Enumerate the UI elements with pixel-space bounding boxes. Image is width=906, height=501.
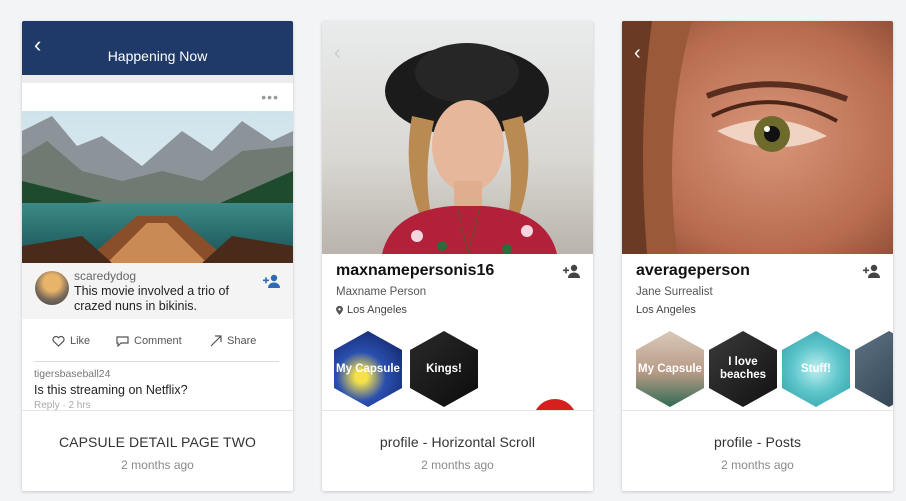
screen-thumbnail: ‹ Happening Now ••• scaredydog This movi… xyxy=(22,21,293,410)
avatar[interactable] xyxy=(35,271,69,305)
card-timestamp: 2 months ago xyxy=(121,458,194,472)
capsule-hex[interactable]: Stuff! xyxy=(782,331,850,407)
post-username[interactable]: scaredydog xyxy=(74,269,136,283)
card-timestamp: 2 months ago xyxy=(421,458,494,472)
profile-location: Los Angeles xyxy=(636,304,696,316)
app-header: ‹ Happening Now xyxy=(22,21,293,75)
profile-username: maxnamepersonis16 xyxy=(336,262,495,279)
like-label: Like xyxy=(70,335,91,347)
share-label: Share xyxy=(227,335,257,347)
card-title[interactable]: CAPSULE DETAIL PAGE TWO xyxy=(22,434,293,450)
capsule-label: I love beaches xyxy=(719,356,767,381)
add-person-icon[interactable] xyxy=(263,274,281,291)
profile-real-name: Maxname Person xyxy=(336,286,427,298)
back-chevron-icon[interactable]: ‹ xyxy=(334,43,341,63)
capsule-label: My Capsule xyxy=(336,362,400,375)
capsule-hex[interactable]: I love beaches xyxy=(709,331,777,407)
back-chevron-icon[interactable]: ‹ xyxy=(634,43,641,63)
capsule-label: Kings! xyxy=(426,362,462,375)
card-title[interactable]: profile - Horizontal Scroll xyxy=(322,434,593,450)
capsule-hex[interactable]: My Capsule xyxy=(636,331,704,407)
comment-button[interactable]: Comment xyxy=(116,335,182,347)
more-dots-icon: ••• xyxy=(261,89,279,105)
heart-icon xyxy=(52,335,65,347)
header-title: Happening Now xyxy=(107,48,208,64)
location-label: Los Angeles xyxy=(347,304,407,316)
card-meta: profile - Posts 2 months ago xyxy=(622,410,893,491)
capsule-hex[interactable] xyxy=(855,331,893,407)
location-pin-icon xyxy=(336,305,343,315)
comment-label: Comment xyxy=(134,335,182,347)
comment-username[interactable]: tigersbaseball24 xyxy=(34,368,110,380)
capsule-label: Stuff! xyxy=(800,362,831,375)
post-author-row: scaredydog This movie involved a trio of… xyxy=(22,263,293,319)
profile-username: averageperson xyxy=(636,262,750,279)
card-meta: profile - Horizontal Scroll 2 months ago xyxy=(322,410,593,491)
comment-icon xyxy=(116,336,129,347)
capsule-hex[interactable]: My Capsule xyxy=(334,331,402,407)
like-button[interactable]: Like xyxy=(52,335,90,347)
profile-photo: ‹ xyxy=(622,21,893,254)
profile-photo-art xyxy=(622,21,893,254)
post-image xyxy=(22,111,293,263)
prototype-card-capsule-detail[interactable]: ‹ Happening Now ••• scaredydog This movi… xyxy=(22,21,293,491)
profile-photo-art xyxy=(322,21,593,254)
add-person-icon[interactable] xyxy=(563,264,581,281)
profile-location: Los Angeles xyxy=(336,304,407,316)
share-icon xyxy=(210,335,222,347)
card-title[interactable]: profile - Posts xyxy=(622,434,893,450)
capsule-grid: My Capsule I love beaches Stuff! xyxy=(636,331,893,407)
profile-real-name: Jane Surrealist xyxy=(636,286,713,298)
location-label: Los Angeles xyxy=(636,304,696,316)
share-button[interactable]: Share xyxy=(210,335,256,347)
capsule-label: My Capsule xyxy=(638,362,702,375)
card-timestamp: 2 months ago xyxy=(721,458,794,472)
add-person-icon[interactable] xyxy=(863,264,881,281)
capsule-carousel: My Capsule Kings! xyxy=(334,331,593,407)
comment-text: Is this streaming on Netflix? xyxy=(34,383,188,397)
card-meta: CAPSULE DETAIL PAGE TWO 2 months ago xyxy=(22,410,293,491)
comment-meta: Reply · 2 hrs xyxy=(34,400,91,410)
prototype-card-profile-posts[interactable]: ‹ averageperson Jane Surrealist Los Ange… xyxy=(622,21,893,491)
profile-photo: ‹ xyxy=(322,21,593,254)
capsule-hex[interactable]: Kings! xyxy=(410,331,478,407)
screen-thumbnail: ‹ maxnamepersonis16 Maxname Person Los A… xyxy=(322,21,593,410)
post-text: This movie involved a trio of crazed nun… xyxy=(74,284,229,313)
post-card: ••• scaredydog This movie involved a tri… xyxy=(22,83,293,410)
divider xyxy=(34,361,279,362)
post-actions: Like Comment Share xyxy=(22,331,293,353)
screen-thumbnail: ‹ averageperson Jane Surrealist Los Ange… xyxy=(622,21,893,410)
prototype-card-profile-horizontal-scroll[interactable]: ‹ maxnamepersonis16 Maxname Person Los A… xyxy=(322,21,593,491)
